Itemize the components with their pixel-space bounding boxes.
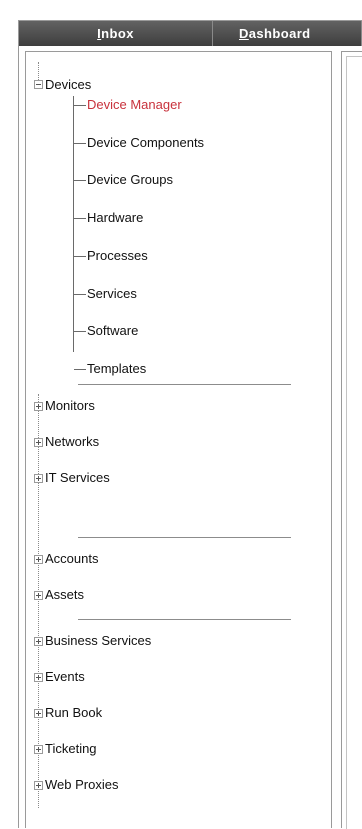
tree-node-monitors[interactable]: Monitors [45, 396, 95, 416]
tab-inbox[interactable]: Inbox [19, 21, 213, 46]
tree-connector [74, 368, 86, 370]
expand-icon[interactable] [34, 474, 43, 483]
expand-icon[interactable] [34, 673, 43, 682]
expand-icon[interactable] [34, 637, 43, 646]
expand-icon[interactable] [34, 438, 43, 447]
tree-root-line [38, 62, 39, 80]
tab-inbox-label: nbox [101, 26, 134, 41]
tab-bar: Inbox Dashboard [19, 21, 362, 46]
tree-node-label: Devices [45, 77, 92, 92]
expand-icon[interactable] [34, 745, 43, 754]
tree-connector [74, 255, 86, 257]
separator [78, 537, 291, 538]
content-panel [341, 51, 362, 829]
tree-item-software[interactable]: Software [87, 321, 138, 341]
tree-item-device-groups[interactable]: Device Groups [87, 170, 173, 190]
tree-item-device-components[interactable]: Device Components [87, 133, 204, 153]
tree-connector [74, 180, 86, 182]
separator [78, 619, 291, 620]
tree-connector [74, 293, 86, 295]
tree-node-web-proxies[interactable]: Web Proxies [45, 775, 118, 795]
tree-item-processes[interactable]: Processes [87, 246, 148, 266]
navigation-tree-panel: Devices Device Manager Device Components D… [25, 51, 332, 828]
tree-item-device-manager[interactable]: Device Manager [87, 95, 182, 115]
tab-dashboard-accel: D [239, 26, 249, 41]
expand-icon[interactable] [34, 781, 43, 790]
expand-icon[interactable] [34, 709, 43, 718]
separator [78, 384, 291, 385]
tree-node-it-services[interactable]: IT Services [45, 468, 110, 488]
tree-connector [74, 142, 86, 144]
tree-node-devices[interactable]: Devices [45, 75, 91, 95]
tree-node-run-book[interactable]: Run Book [45, 703, 102, 723]
collapse-icon[interactable] [34, 80, 43, 89]
tree-node-networks[interactable]: Networks [45, 432, 99, 452]
expand-icon[interactable] [34, 591, 43, 600]
tree-node-ticketing[interactable]: Ticketing [45, 739, 97, 759]
tree-node-business-services[interactable]: Business Services [45, 631, 151, 651]
tree-node-assets[interactable]: Assets [45, 585, 84, 605]
content-panel-inner [346, 56, 362, 829]
tree-branch-line [73, 96, 74, 352]
tree-item-services[interactable]: Services [87, 284, 137, 304]
tree-connector [74, 105, 86, 106]
expand-icon[interactable] [34, 402, 43, 411]
expand-icon[interactable] [34, 555, 43, 564]
tree-item-templates[interactable]: Templates [87, 359, 146, 379]
tree-node-accounts[interactable]: Accounts [45, 549, 98, 569]
tree-node-events[interactable]: Events [45, 667, 85, 687]
tree-connector [74, 218, 86, 220]
tab-dashboard-label: ashboard [248, 26, 311, 41]
tree-connector [74, 331, 86, 333]
tree-item-hardware[interactable]: Hardware [87, 208, 143, 228]
tab-dashboard[interactable]: Dashboard [213, 21, 362, 46]
